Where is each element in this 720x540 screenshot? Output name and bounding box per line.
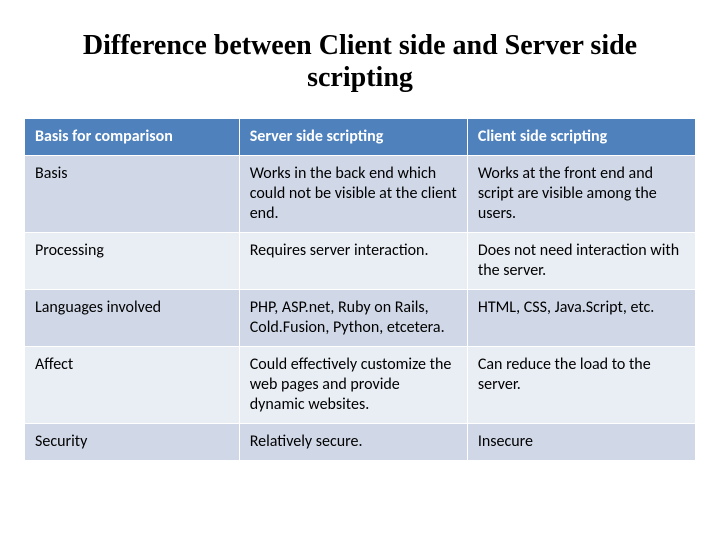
table-row: Basis Works in the back end which could … [25,156,696,233]
row-server: PHP, ASP.net, Ruby on Rails, Cold.Fusion… [239,290,467,347]
row-client: Works at the front end and script are vi… [467,156,695,233]
row-label: Security [25,424,240,461]
table-row: Affect Could effectively customize the w… [25,347,696,424]
table-header-row: Basis for comparison Server side scripti… [25,119,696,156]
row-label: Processing [25,233,240,290]
page-title: Difference between Client side and Serve… [64,30,656,94]
row-server: Requires server interaction. [239,233,467,290]
slide: Difference between Client side and Serve… [0,0,720,540]
row-client: HTML, CSS, Java.Script, etc. [467,290,695,347]
row-client: Insecure [467,424,695,461]
table-row: Processing Requires server interaction. … [25,233,696,290]
row-client: Can reduce the load to the server. [467,347,695,424]
table-row: Security Relatively secure. Insecure [25,424,696,461]
col-header-server: Server side scripting [239,119,467,156]
row-client: Does not need interaction with the serve… [467,233,695,290]
row-server: Relatively secure. [239,424,467,461]
table-row: Languages involved PHP, ASP.net, Ruby on… [25,290,696,347]
row-server: Could effectively customize the web page… [239,347,467,424]
row-server: Works in the back end which could not be… [239,156,467,233]
comparison-table: Basis for comparison Server side scripti… [24,118,696,461]
col-header-basis: Basis for comparison [25,119,240,156]
col-header-client: Client side scripting [467,119,695,156]
row-label: Languages involved [25,290,240,347]
row-label: Affect [25,347,240,424]
row-label: Basis [25,156,240,233]
